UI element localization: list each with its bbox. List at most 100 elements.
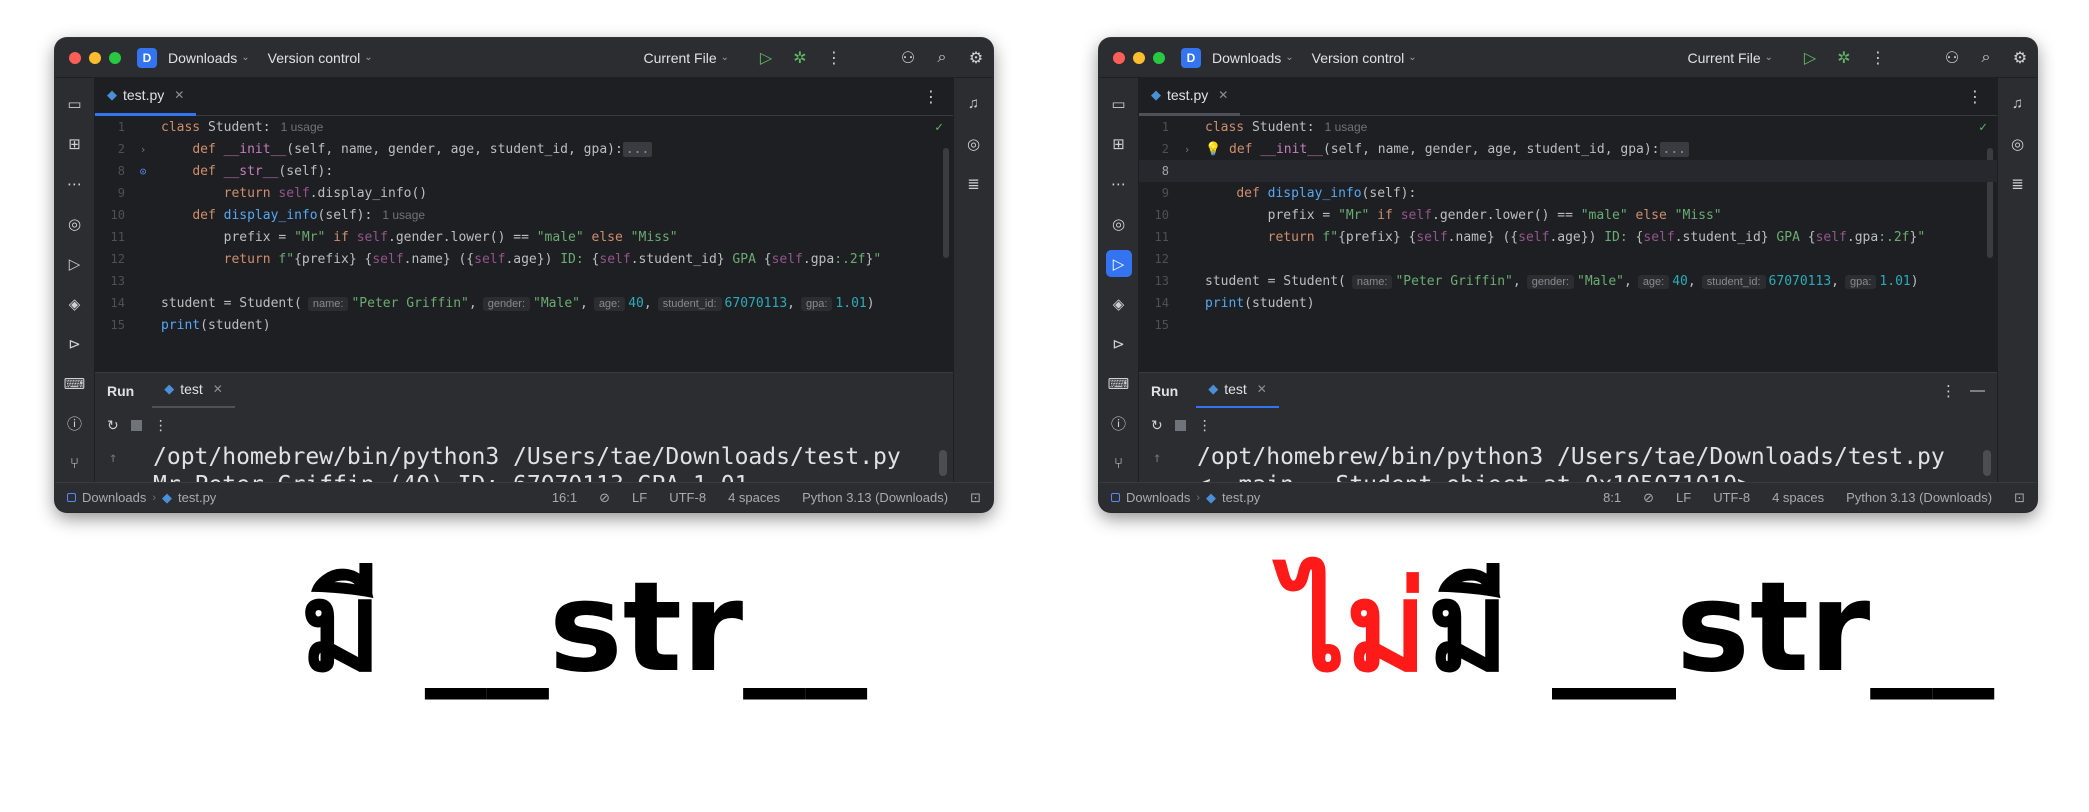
close-icon[interactable]: ✕ [1257,382,1267,396]
more-icon[interactable]: ⋮ [817,48,851,68]
services-icon[interactable]: ⊳ [1106,330,1132,357]
vcs-selector[interactable]: Version control ⌄ [1312,50,1417,66]
problems-icon[interactable]: ⓘ [62,410,88,437]
close-icon[interactable]: ✕ [213,382,223,396]
scroll-up-icon[interactable]: ↑ [109,450,117,466]
close-icon[interactable]: ✕ [1218,88,1228,102]
fold-arrow-icon[interactable]: › [125,143,161,156]
stop-icon[interactable] [1174,419,1186,431]
run-icon[interactable]: ▷ [749,48,783,68]
more-icon[interactable]: ⋮ [1941,382,1956,400]
console-scrollbar[interactable] [1983,450,1991,476]
debug-icon[interactable]: ✲ [783,48,817,68]
more-tools-icon[interactable]: ⋯ [1106,170,1132,197]
breadcrumb-folder[interactable]: Downloads [1126,490,1190,505]
rerun-icon[interactable]: ↻ [107,417,119,434]
folded-code[interactable]: ... [1659,141,1689,157]
maximize-window-button[interactable] [109,51,121,64]
indent-setting[interactable]: 4 spaces [728,490,780,505]
rerun-icon[interactable]: ↻ [1151,417,1163,434]
run-config-selector[interactable]: Current File ⌄ [643,50,729,66]
problems-icon[interactable]: ⓘ [1106,410,1132,437]
close-window-button[interactable] [1113,51,1125,64]
debug-icon[interactable]: ✲ [1827,48,1861,68]
console-scrollbar[interactable] [939,450,947,476]
more-icon[interactable]: ⋮ [1967,87,1983,107]
layers-icon[interactable]: ◈ [1106,290,1132,317]
more-icon[interactable]: ⋮ [923,87,939,107]
more-icon[interactable]: ⋮ [154,417,168,434]
layers-icon[interactable]: ◈ [62,290,88,317]
services-icon[interactable]: ⊳ [62,330,88,357]
terminal-icon[interactable]: ⌨ [62,370,88,397]
project-selector[interactable]: D Downloads ⌄ [137,47,250,68]
run-tool-icon[interactable]: ▷ [62,250,88,277]
structure-icon[interactable]: ⊞ [1106,130,1132,157]
folded-code[interactable]: ... [622,141,653,157]
usage-hint[interactable]: 1 usage [382,208,425,222]
breadcrumb-file[interactable]: test.py [178,490,216,505]
run-tab-test[interactable]: ◆ test ✕ [152,373,235,409]
breadcrumb-folder[interactable]: Downloads [82,490,146,505]
caret-position[interactable]: 8:1 [1603,490,1621,505]
fold-arrow-icon[interactable]: › [1169,143,1205,156]
ai-assistant-icon[interactable]: ◎ [2005,130,2031,157]
settings-icon[interactable]: ⚙ [2003,48,2037,68]
readonly-toggle-icon[interactable]: ⊘ [1643,490,1654,506]
run-tool-icon[interactable]: ▷ [1105,250,1132,277]
minimize-window-button[interactable] [89,51,101,64]
settings-icon[interactable]: ⚙ [959,48,993,68]
line-separator[interactable]: LF [1676,490,1691,505]
file-encoding[interactable]: UTF-8 [1713,490,1750,505]
python-interpreter[interactable]: Python 3.13 (Downloads) [1846,490,1992,505]
minimize-window-button[interactable] [1133,51,1145,64]
lightbulb-icon[interactable]: 💡 [1205,142,1221,157]
python-console-icon[interactable]: ◎ [62,210,88,237]
search-icon[interactable]: ⌕ [1969,49,2003,67]
minimize-icon[interactable]: — [1970,382,1985,400]
code-editor[interactable]: ✓ 1 class Student: 1 usage 2 › 💡 def __i… [1139,116,1997,372]
notifications-icon[interactable]: ♫ [2005,90,2031,117]
ai-assistant-icon[interactable]: ◎ [961,130,987,157]
breadcrumb-file[interactable]: test.py [1222,490,1260,505]
usage-hint[interactable]: 1 usage [281,120,324,134]
python-console-icon[interactable]: ◎ [1106,210,1132,237]
terminal-icon[interactable]: ⌨ [1106,370,1132,397]
run-tab-test[interactable]: ◆ test ✕ [1196,373,1279,409]
close-window-button[interactable] [69,51,81,64]
lock-icon[interactable]: ⊡ [2014,490,2025,506]
editor-tab-test-py[interactable]: ◆ test.py ✕ [95,78,197,116]
add-user-icon[interactable]: ⚇ [1935,48,1969,68]
file-encoding[interactable]: UTF-8 [669,490,706,505]
folder-icon[interactable]: ▭ [1106,90,1132,117]
database-icon[interactable]: ≣ [961,170,987,197]
folder-icon[interactable]: ▭ [62,90,88,117]
python-interpreter[interactable]: Python 3.13 (Downloads) [802,490,948,505]
run-config-selector[interactable]: Current File ⌄ [1687,50,1773,66]
maximize-window-button[interactable] [1153,51,1165,64]
line-separator[interactable]: LF [632,490,647,505]
usage-hint[interactable]: 1 usage [1325,120,1368,134]
scroll-up-icon[interactable]: ↑ [1153,450,1161,466]
readonly-toggle-icon[interactable]: ⊘ [599,490,610,506]
project-selector[interactable]: D Downloads ⌄ [1181,47,1294,68]
run-icon[interactable]: ▷ [1793,48,1827,68]
stop-icon[interactable] [130,419,142,431]
more-icon[interactable]: ⋮ [1198,417,1212,434]
add-user-icon[interactable]: ⚇ [891,48,925,68]
vcs-selector[interactable]: Version control ⌄ [268,50,373,66]
editor-tab-test-py[interactable]: ◆ test.py ✕ [1139,78,1241,116]
more-tools-icon[interactable]: ⋯ [62,170,88,197]
structure-icon[interactable]: ⊞ [62,130,88,157]
indent-setting[interactable]: 4 spaces [1772,490,1824,505]
more-icon[interactable]: ⋮ [1861,48,1895,68]
override-icon[interactable]: ⊙ [125,165,161,178]
caret-position[interactable]: 16:1 [552,490,577,505]
code-editor[interactable]: ✓ 1 class Student: 1 usage 2 › def __ini… [95,116,953,372]
notifications-icon[interactable]: ♫ [961,90,987,117]
close-icon[interactable]: ✕ [174,88,184,102]
git-icon[interactable]: ⑂ [62,450,88,477]
lock-icon[interactable]: ⊡ [970,490,981,506]
search-icon[interactable]: ⌕ [925,49,959,67]
git-icon[interactable]: ⑂ [1106,450,1132,477]
